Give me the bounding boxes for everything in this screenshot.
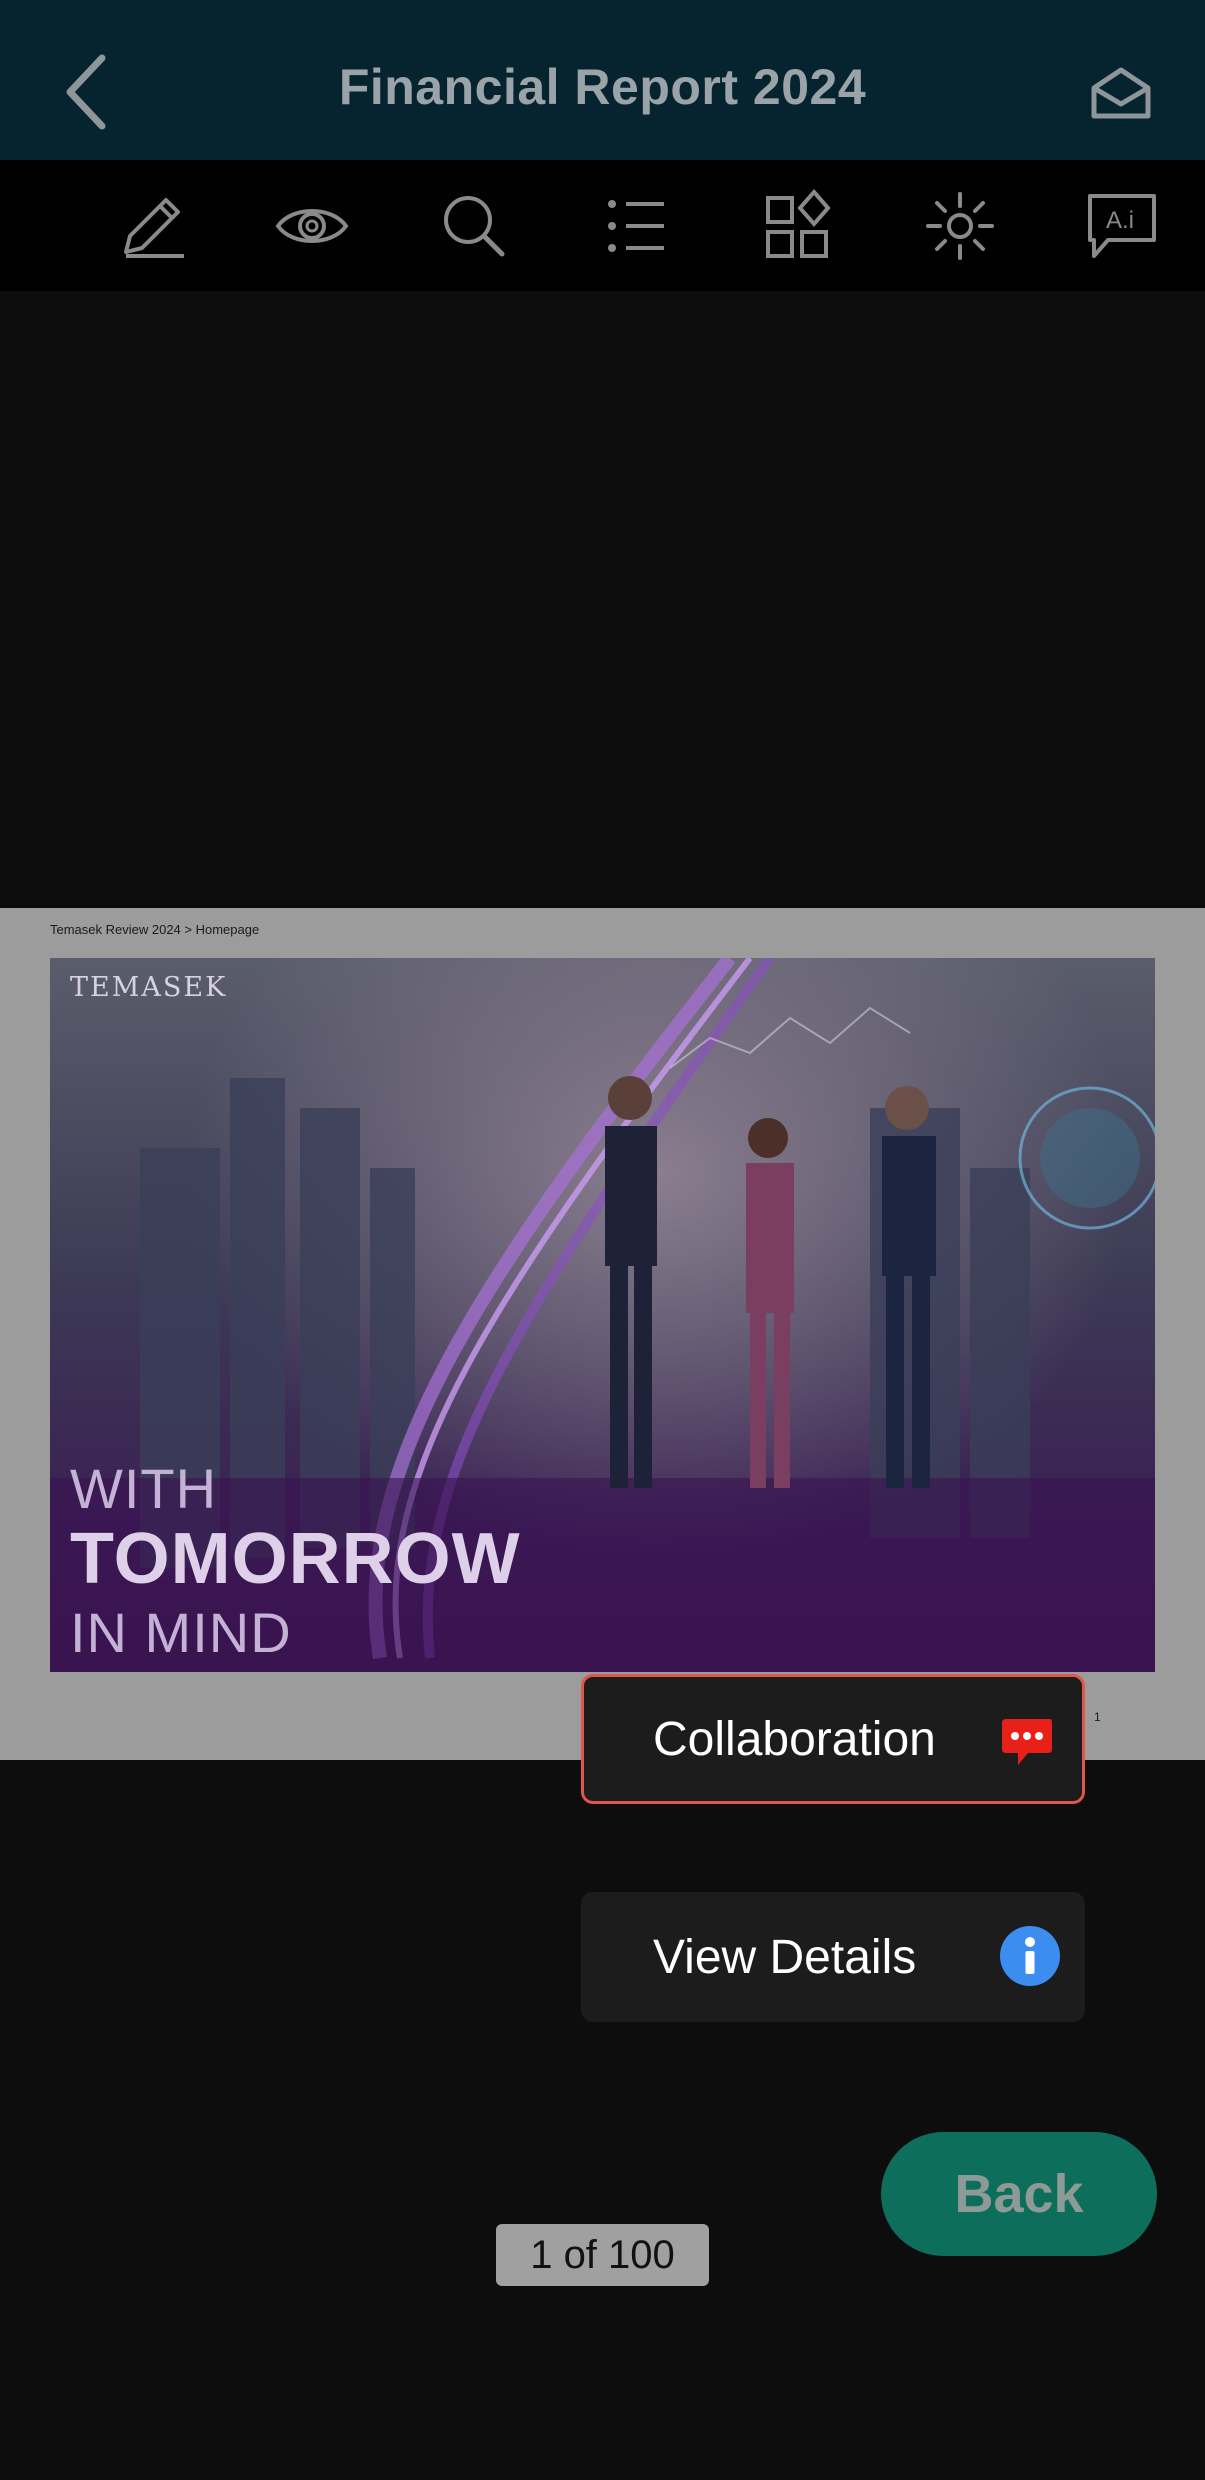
tagline-line-3: IN MIND — [70, 1601, 292, 1664]
document-page-number: 1 — [1094, 1710, 1101, 1724]
brand-logo: TEMASEK — [70, 972, 228, 1003]
view-details-button[interactable]: View Details — [581, 1892, 1085, 2022]
document-page: Temasek Review 2024 > Homepage TEMASEK W… — [0, 908, 1205, 1760]
top-app-bar: Financial Report 2024 — [0, 0, 1205, 160]
ai-text-icon[interactable]: A.i — [1084, 188, 1160, 264]
tagline-line-1: WITH — [70, 1457, 218, 1520]
cover-image: TEMASEK WITH TOMORROW IN MIND — [50, 958, 1155, 1672]
page-indicator: 1 of 100 — [496, 2224, 709, 2286]
back-button[interactable]: Back — [881, 2132, 1157, 2256]
tagline-line-2: TOMORROW — [70, 1519, 521, 1599]
collaboration-button[interactable]: Collaboration — [581, 1674, 1085, 1804]
search-icon[interactable] — [436, 188, 512, 264]
view-details-label: View Details — [653, 1931, 917, 1984]
list-icon[interactable] — [598, 188, 674, 264]
open-envelope-icon[interactable] — [1090, 66, 1152, 120]
breadcrumb: Temasek Review 2024 > Homepage — [50, 922, 260, 937]
svg-text:A.i: A.i — [1106, 207, 1134, 234]
brightness-icon[interactable] — [922, 188, 998, 264]
pencil-icon[interactable] — [116, 188, 192, 264]
info-icon — [1000, 1926, 1060, 1986]
chat-bubble-icon — [1000, 1715, 1054, 1767]
collaboration-label: Collaboration — [653, 1713, 936, 1766]
toolbar: A.i — [0, 160, 1205, 291]
apps-icon[interactable] — [760, 188, 836, 264]
eye-icon[interactable] — [274, 188, 350, 264]
page-title: Financial Report 2024 — [338, 59, 867, 115]
